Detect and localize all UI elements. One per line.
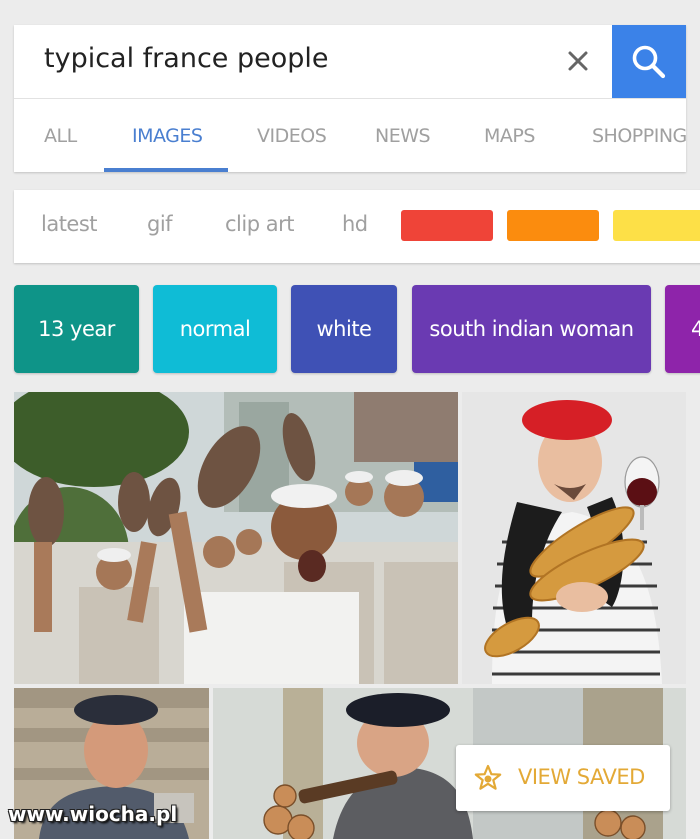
chip-south-indian-woman[interactable]: south indian woman [412,285,651,373]
watermark: www.wiocha.pl [8,802,178,826]
crowd-photo [14,392,458,684]
tab-images[interactable]: IMAGES [132,125,203,147]
filter-bar: latest gif clip art hd [14,190,700,263]
chip-label: 4 [691,317,700,341]
chip-normal[interactable]: normal [153,285,277,373]
chip-label: white [316,317,372,341]
view-saved-button[interactable]: VIEW SAVED [456,745,670,811]
filter-latest[interactable]: latest [41,212,98,236]
color-filter-yellow[interactable] [613,210,700,241]
filter-hd[interactable]: hd [342,212,368,236]
search-bar: typical france people [14,25,686,99]
search-button[interactable] [612,25,686,98]
chip-white[interactable]: white [291,285,397,373]
active-tab-indicator [104,168,228,172]
beret-man-photo [462,392,686,684]
filter-clip-art[interactable]: clip art [225,212,294,236]
tab-maps[interactable]: MAPS [484,125,535,147]
result-image-beret-man[interactable] [462,392,686,684]
chip-label: south indian woman [429,317,634,341]
search-icon [632,45,666,79]
chip-13-year[interactable]: 13 year [14,285,139,373]
tab-all[interactable]: ALL [44,125,77,147]
tab-shopping[interactable]: SHOPPING [592,125,686,147]
clear-icon[interactable] [562,45,594,77]
search-card: typical france people ALL IMAGES VIDEOS … [14,25,686,172]
chip-label: 13 year [38,317,115,341]
tab-bar: ALL IMAGES VIDEOS NEWS MAPS SHOPPING [14,99,686,172]
filter-gif[interactable]: gif [147,212,173,236]
chip-partial[interactable]: 4 [665,285,700,373]
color-filter-red[interactable] [401,210,493,241]
tab-news[interactable]: NEWS [375,125,431,147]
star-icon [474,764,502,790]
tab-videos[interactable]: VIDEOS [257,125,327,147]
search-input[interactable]: typical france people [44,43,329,74]
result-image-crowd[interactable] [14,392,458,684]
chip-label: normal [179,317,251,341]
color-filter-orange[interactable] [507,210,599,241]
view-saved-label: VIEW SAVED [518,765,645,789]
